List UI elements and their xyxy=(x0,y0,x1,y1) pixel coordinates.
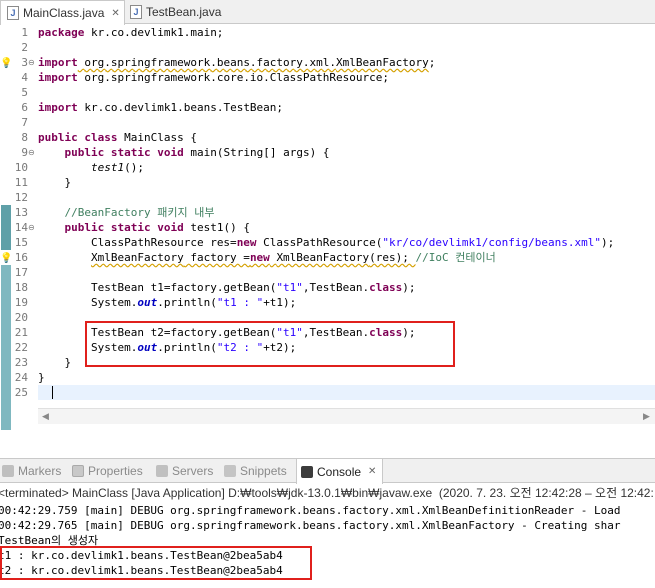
tab-mainclass-java[interactable]: J MainClass.java ✕ xyxy=(0,0,125,25)
views-tab-bar: Markers Properties Servers Snippets Cons… xyxy=(0,458,655,484)
tab-label: TestBean.java xyxy=(146,5,222,19)
console-line: 00:42:29.759 [main] DEBUG org.springfram… xyxy=(0,504,621,517)
code-line-4: import org.springframework.core.io.Class… xyxy=(38,71,390,84)
fold-collapse-icon[interactable]: ⊖ xyxy=(28,220,35,235)
code-line-15: ClassPathResource res=new ClassPathResou… xyxy=(90,236,615,249)
tab-servers[interactable]: Servers xyxy=(156,459,213,483)
tab-testbean-java[interactable]: J TestBean.java xyxy=(130,0,240,24)
code-line-24: } xyxy=(38,371,45,384)
warning-lightbulb-icon[interactable]: 💡 xyxy=(0,57,12,70)
tab-properties[interactable]: Properties xyxy=(72,459,143,483)
tab-console[interactable]: Console ✕ xyxy=(296,459,384,484)
markers-icon xyxy=(2,465,14,477)
servers-icon xyxy=(156,465,168,477)
code-line-1: package kr.co.devlimk1.main; xyxy=(38,26,224,39)
tab-label: MainClass.java xyxy=(23,6,105,20)
snippets-icon xyxy=(224,465,236,477)
code-line-18: TestBean t1=factory.getBean("t1",TestBea… xyxy=(90,281,416,294)
editor-tab-bar: J MainClass.java ✕ J TestBean.java xyxy=(0,0,655,25)
change-marker xyxy=(1,220,11,235)
console-process-title: <terminated> MainClass [Java Application… xyxy=(0,486,654,500)
scroll-right-icon[interactable]: ▶ xyxy=(643,409,650,425)
current-line-highlight xyxy=(38,385,655,400)
java-file-icon: J xyxy=(130,5,142,19)
change-marker xyxy=(1,265,11,430)
highlight-box-code xyxy=(85,321,455,367)
code-line-14: public static void test1() { xyxy=(64,221,250,234)
code-editor[interactable]: 💡 💡 ⊖ ⊖ ⊖ 1 2 3 4 5 6 7 8 9 10 11 12 13 … xyxy=(0,25,655,433)
text-cursor xyxy=(52,386,53,399)
code-line-16: XmlBeanFactory factory =new XmlBeanFacto… xyxy=(90,251,496,264)
console-icon xyxy=(301,465,313,478)
scroll-left-icon[interactable]: ◀ xyxy=(42,409,49,425)
change-marker xyxy=(1,235,11,250)
close-icon[interactable]: ✕ xyxy=(368,466,376,477)
java-file-icon: J xyxy=(7,6,19,20)
code-line-3: import org.springframework.beans.factory… xyxy=(38,56,436,69)
tab-snippets[interactable]: Snippets xyxy=(224,459,287,483)
tab-markers[interactable]: Markers xyxy=(2,459,61,483)
code-line-19: System.out.println("t1 : "+t1); xyxy=(90,296,297,309)
highlight-box-output xyxy=(0,546,312,580)
code-line-6: import kr.co.devlimk1.beans.TestBean; xyxy=(38,101,284,114)
fold-collapse-icon[interactable]: ⊖ xyxy=(28,145,35,160)
close-icon[interactable]: ✕ xyxy=(111,8,119,19)
fold-collapse-icon[interactable]: ⊖ xyxy=(28,55,35,70)
code-line-13: //BeanFactory 패키지 내부 xyxy=(64,206,215,219)
console-output[interactable]: <terminated> MainClass [Java Application… xyxy=(0,484,655,588)
change-marker xyxy=(1,205,11,220)
properties-icon xyxy=(72,465,84,477)
code-line-9: public static void main(String[] args) { xyxy=(64,146,330,159)
code-line-8: public class MainClass { xyxy=(38,131,197,144)
horizontal-scrollbar[interactable]: ◀ ▶ xyxy=(38,408,655,424)
code-line-11: } xyxy=(38,176,72,189)
code-line-10: test1(); xyxy=(90,161,144,174)
warning-lightbulb-icon[interactable]: 💡 xyxy=(0,252,12,265)
line-numbers: 1 2 3 4 5 6 7 8 9 10 11 12 13 14 15 16 1… xyxy=(14,26,28,399)
console-line: 00:42:29.765 [main] DEBUG org.springfram… xyxy=(0,519,621,532)
